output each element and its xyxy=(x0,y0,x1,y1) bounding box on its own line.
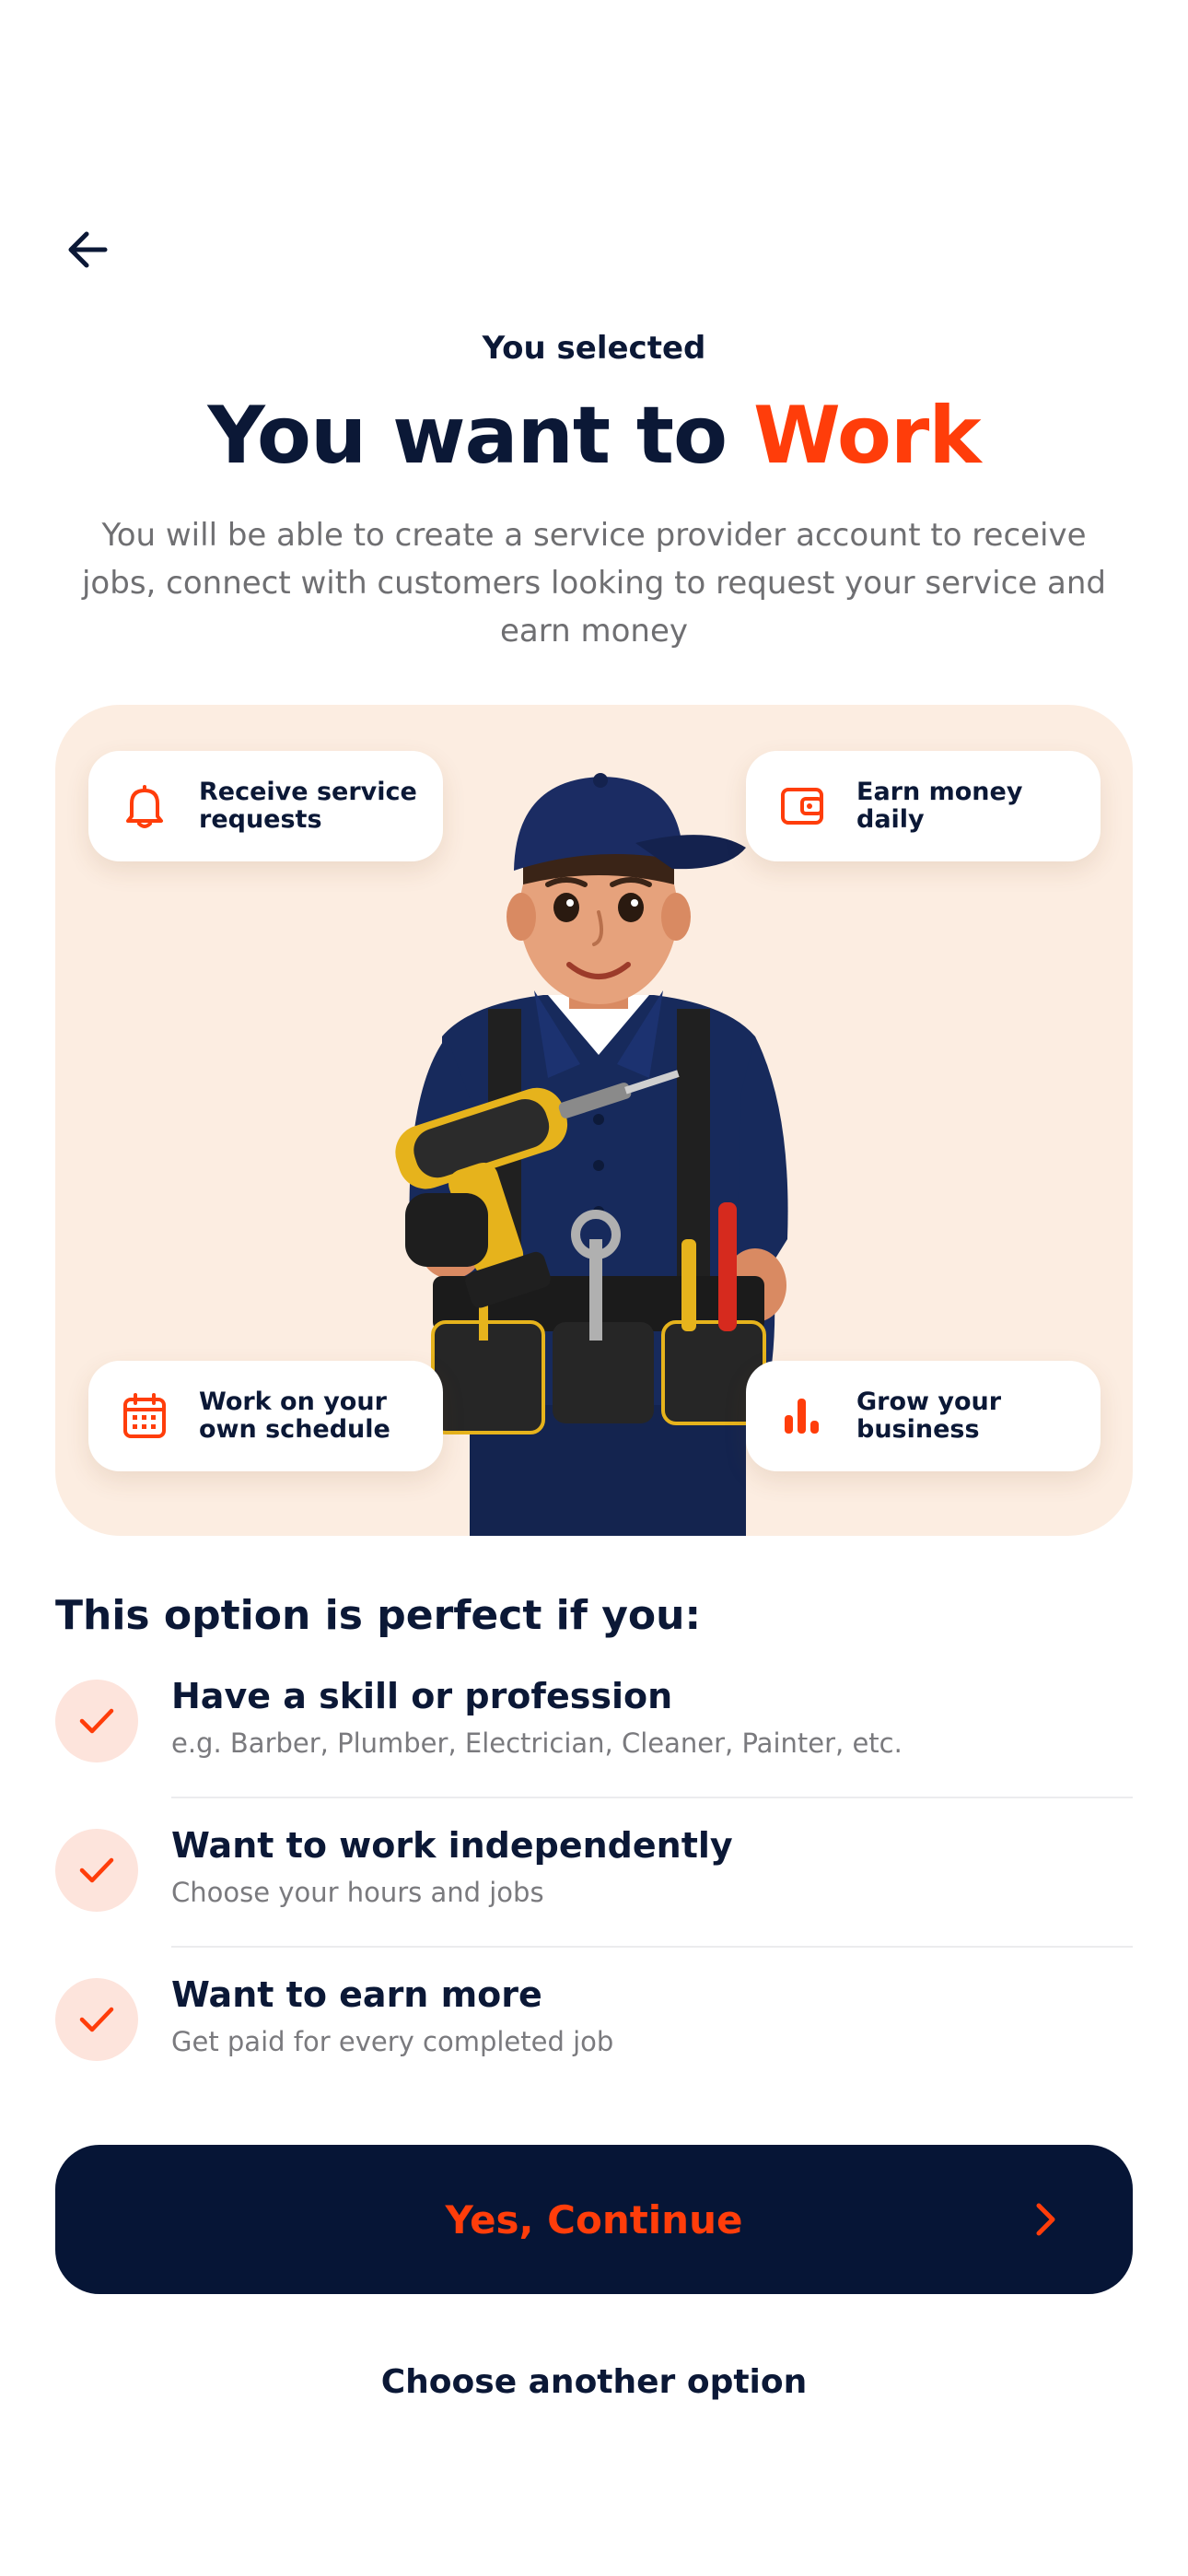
feature-label: Grow your business xyxy=(856,1388,1002,1444)
criteria-item-subtitle: e.g. Barber, Plumber, Electrician, Clean… xyxy=(171,1727,903,1759)
choose-another-option-link[interactable]: Choose another option xyxy=(0,2363,1188,2401)
criteria-item-subtitle: Choose your hours and jobs xyxy=(171,1877,544,1908)
selection-eyebrow: You selected xyxy=(482,330,706,367)
feature-label: Work on your own schedule xyxy=(199,1388,390,1444)
wallet-icon xyxy=(779,783,825,829)
list-item: Have a skill or profession e.g. Barber, … xyxy=(55,1672,1133,1821)
role-confirmation-screen: You selected You want to Work You will b… xyxy=(0,0,1188,2576)
feature-card-schedule: Work on your own schedule xyxy=(88,1361,443,1471)
hero-card: Receive service requests Earn money dail… xyxy=(55,705,1133,1536)
check-icon xyxy=(55,1978,138,2061)
arrow-left-icon xyxy=(68,231,108,268)
criteria-title: This option is perfect if you: xyxy=(55,1592,702,1639)
feature-label: Receive service requests xyxy=(199,778,417,834)
bar-chart-icon xyxy=(779,1393,825,1439)
criteria-item-title: Want to work independently xyxy=(171,1825,733,1866)
title-prefix: You want to xyxy=(207,390,728,482)
criteria-item-title: Have a skill or profession xyxy=(171,1676,673,1716)
continue-button[interactable]: Yes, Continue xyxy=(55,2145,1133,2294)
continue-button-label: Yes, Continue xyxy=(445,2196,743,2242)
feature-label: Earn money daily xyxy=(856,778,1023,834)
check-icon xyxy=(55,1680,138,1762)
page-title: You want to Work xyxy=(0,385,1188,486)
calendar-icon xyxy=(122,1393,168,1439)
chevron-right-icon xyxy=(1036,2203,1055,2236)
divider xyxy=(171,1797,1133,1798)
feature-card-earnings: Earn money daily xyxy=(746,751,1101,861)
criteria-item-subtitle: Get paid for every completed job xyxy=(171,2026,614,2057)
title-accent: Work xyxy=(753,390,981,482)
check-icon xyxy=(55,1829,138,1912)
criteria-list: Have a skill or profession e.g. Barber, … xyxy=(55,1672,1133,2120)
list-item: Want to earn more Get paid for every com… xyxy=(55,1971,1133,2120)
bell-icon xyxy=(122,783,168,829)
back-button[interactable] xyxy=(55,217,122,283)
feature-card-requests: Receive service requests xyxy=(88,751,443,861)
list-item: Want to work independently Choose your h… xyxy=(55,1821,1133,1971)
divider xyxy=(171,1946,1133,1948)
criteria-item-title: Want to earn more xyxy=(171,1974,542,2015)
feature-card-growth: Grow your business xyxy=(746,1361,1101,1471)
intro-text: You will be able to create a service pro… xyxy=(81,517,1106,650)
